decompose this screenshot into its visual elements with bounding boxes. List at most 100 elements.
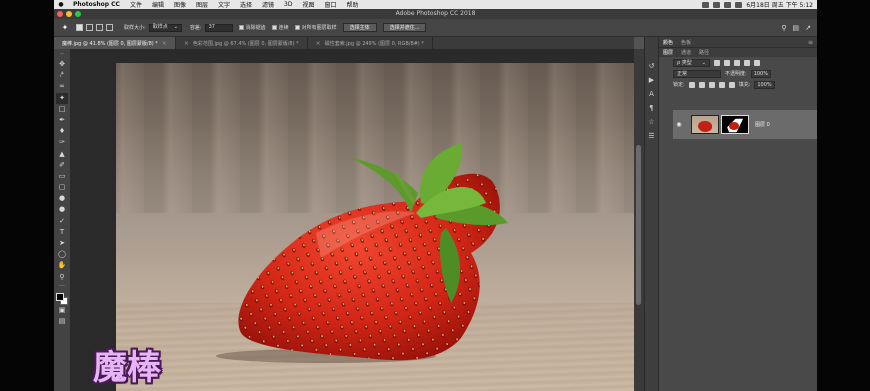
subtract-selection-mode[interactable] <box>96 24 103 31</box>
select-subject-button[interactable]: 选择主体 <box>342 23 377 32</box>
toolbar-grip[interactable]: ·· <box>60 51 64 59</box>
opacity-input[interactable]: 100% <box>750 69 771 78</box>
foreground-color[interactable] <box>56 292 64 301</box>
layer-mask-thumbnail[interactable] <box>721 115 749 134</box>
lock-pixels-icon[interactable] <box>688 81 695 88</box>
tab-color-range[interactable]: × 色彩范围.jpg @ 67.4% (图层 0, 图层蒙版/8) * <box>176 37 308 49</box>
menu-image[interactable]: 图像 <box>169 0 191 9</box>
dodge-tool-icon[interactable]: ● <box>56 204 68 215</box>
close-icon[interactable]: × <box>184 40 189 47</box>
vertical-scrollbar[interactable] <box>634 49 644 391</box>
battery-icon[interactable] <box>735 1 743 8</box>
close-icon[interactable]: × <box>316 40 321 47</box>
filter-type-icon[interactable] <box>733 59 740 66</box>
tab-color[interactable]: 颜色 <box>663 39 673 46</box>
lock-position-icon[interactable] <box>708 81 715 88</box>
tolerance-input[interactable]: 37 <box>204 23 233 32</box>
scrollbar-thumb[interactable] <box>636 145 641 305</box>
quick-mask-icon[interactable]: ▣ <box>56 305 68 316</box>
airplay-icon[interactable] <box>713 1 721 8</box>
filter-smart-icon[interactable] <box>753 59 760 66</box>
menu-file[interactable]: 文件 <box>125 0 147 9</box>
sample-size-select[interactable]: 取样点 ⌄ <box>148 23 182 32</box>
workspace-icon[interactable]: ▤ <box>793 24 800 32</box>
clock[interactable]: 6月18日 周五 下午 5:12 <box>746 0 813 9</box>
contiguous-checkbox[interactable] <box>271 25 277 30</box>
history-icon[interactable]: ↺ <box>647 61 657 71</box>
eyedropper-tool-icon[interactable]: ✒ <box>56 115 68 126</box>
select-and-mask-button[interactable]: 选择并遮住... <box>382 23 427 32</box>
menu-3d[interactable]: 3D <box>279 1 297 8</box>
properties-icon[interactable]: ☰ <box>647 131 657 141</box>
marquee-tool-icon[interactable]: ⭚ <box>56 70 68 81</box>
tab-swatches[interactable]: 色板 <box>681 39 691 46</box>
sample-all-checkbox[interactable] <box>294 25 300 30</box>
magic-wand-tool-icon[interactable]: ✦ <box>56 92 68 104</box>
tab-channels[interactable]: 通道 <box>681 49 691 56</box>
panel-menu-icon[interactable]: ≡ <box>808 39 817 46</box>
layer-thumbnail[interactable] <box>691 115 719 134</box>
color-swatches[interactable] <box>56 292 68 305</box>
layer-filter-select[interactable]: ρ 类型 ⌄ <box>673 58 710 67</box>
paragraph-icon[interactable]: ¶ <box>647 103 657 113</box>
tab-magnetic-lasso[interactable]: × 磁性套索.jpg @ 249% (图层 0, RGB/8#) * <box>308 37 433 49</box>
menu-view[interactable]: 视图 <box>297 0 319 9</box>
stamp-tool-icon[interactable]: ▲ <box>56 149 68 160</box>
lasso-tool-icon[interactable]: ∞ <box>56 81 68 92</box>
lock-paint-icon[interactable] <box>698 81 705 88</box>
document-image[interactable] <box>116 63 634 391</box>
move-tool-icon[interactable]: ✥ <box>56 59 68 70</box>
menu-help[interactable]: 帮助 <box>342 0 364 9</box>
filter-adjust-icon[interactable] <box>723 59 730 66</box>
share-icon[interactable]: ↗ <box>805 24 811 32</box>
blend-mode-select[interactable]: 正常 <box>673 69 721 78</box>
lock-row: 锁定: 填充: 100% <box>659 79 817 90</box>
new-selection-mode[interactable] <box>76 24 83 31</box>
hand-tool-icon[interactable]: ✋ <box>56 260 68 271</box>
path-select-tool-icon[interactable]: ➤ <box>56 238 68 249</box>
tab-paths[interactable]: 路径 <box>699 49 709 56</box>
menu-filter[interactable]: 滤镜 <box>257 0 279 9</box>
tab-magic-wand[interactable]: 魔棒.jpg @ 41.8% (图层 0, 图层蒙版/8) * × <box>54 37 176 49</box>
zoom-tool-icon[interactable]: ⚲ <box>56 272 68 283</box>
crop-tool-icon[interactable]: □ <box>56 104 68 115</box>
menu-select[interactable]: 选择 <box>235 0 257 9</box>
more-tools-icon[interactable]: ··· <box>59 283 65 291</box>
healing-tool-icon[interactable]: ♦ <box>56 126 68 137</box>
filter-pixel-icon[interactable] <box>713 59 720 66</box>
menu-layer[interactable]: 图层 <box>191 0 213 9</box>
character-icon[interactable]: A <box>647 89 657 99</box>
menu-app-name[interactable]: Photoshop CC <box>68 1 125 8</box>
eraser-tool-icon[interactable]: ▭ <box>56 171 68 182</box>
user-icon[interactable] <box>702 1 710 8</box>
tab-layers[interactable]: 图层 <box>663 49 673 56</box>
layer-name[interactable]: 图层 0 <box>755 121 770 128</box>
screen-mode-icon[interactable]: ▤ <box>56 316 68 327</box>
menu-edit[interactable]: 编辑 <box>147 0 169 9</box>
gradient-tool-icon[interactable]: ▢ <box>56 182 68 193</box>
close-icon[interactable]: × <box>162 40 167 47</box>
antialias-checkbox[interactable] <box>238 25 244 30</box>
type-tool-icon[interactable]: T <box>56 227 68 238</box>
magic-wand-preset-icon[interactable]: ✦ <box>54 23 76 32</box>
lock-artboard-icon[interactable] <box>718 81 725 88</box>
blur-tool-icon[interactable]: ● <box>56 193 68 204</box>
wifi-icon[interactable] <box>724 1 732 8</box>
menu-type[interactable]: 文字 <box>213 0 235 9</box>
shape-tool-icon[interactable]: ◯ <box>56 249 68 260</box>
lock-all-icon[interactable] <box>728 81 735 88</box>
brush-tool-icon[interactable]: ✑ <box>56 137 68 148</box>
filter-shape-icon[interactable] <box>743 59 750 66</box>
apple-icon[interactable]: ● <box>54 1 68 8</box>
layer-row[interactable]: ◉ 图层 0 <box>673 110 817 139</box>
add-selection-mode[interactable] <box>86 24 93 31</box>
fill-input[interactable]: 100% <box>754 80 775 89</box>
brush-settings-icon[interactable]: ☆ <box>647 117 657 127</box>
search-icon[interactable]: ⚲ <box>781 24 786 32</box>
intersect-selection-mode[interactable] <box>106 24 113 31</box>
history-brush-tool-icon[interactable]: ✐ <box>56 160 68 171</box>
menu-window[interactable]: 窗口 <box>320 0 342 9</box>
play-icon[interactable]: ▶ <box>647 75 657 85</box>
visibility-eye-icon[interactable]: ◉ <box>673 121 685 128</box>
pen-tool-icon[interactable]: ✓ <box>56 216 68 227</box>
